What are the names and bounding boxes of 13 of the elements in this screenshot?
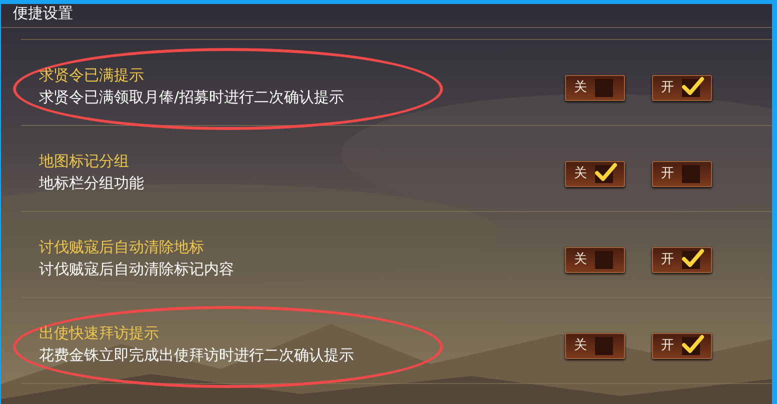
toggle-option[interactable]: 关 — [565, 332, 625, 358]
setting-description: 花费金铢立即完成出使拜访时进行二次确认提示 — [39, 344, 355, 366]
setting-title: 求贤令已满提示 — [39, 64, 145, 86]
setting-description: 讨伐贼寇后自动清除标记内容 — [39, 258, 235, 280]
toggle-option[interactable]: 开 — [652, 160, 712, 186]
setting-title: 出使快速拜访提示 — [39, 322, 160, 344]
setting-description: 求贤令已满领取月俸/招募时进行二次确认提示 — [39, 86, 346, 108]
setting-description: 地标栏分组功能 — [39, 172, 145, 194]
toggle-option[interactable]: 关 — [565, 74, 625, 100]
setting-title: 地图标记分组 — [39, 150, 130, 172]
setting-title: 讨伐贼寇后自动清除地标 — [39, 236, 205, 258]
panel-title: 便捷设置 — [13, 4, 73, 22]
toggle-option[interactable]: 关 — [565, 246, 625, 272]
